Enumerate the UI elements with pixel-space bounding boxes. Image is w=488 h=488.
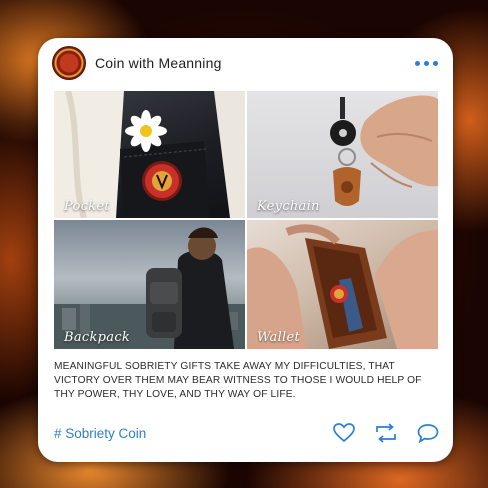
post-actions [333, 423, 439, 443]
post-caption: MEANINGFUL SOBRIETY GIFTS TAKE AWAY MY D… [54, 361, 422, 400]
dot [424, 60, 429, 66]
photo-pocket[interactable]: Pocket [54, 91, 245, 218]
photo-backpack[interactable]: Backpack [54, 220, 245, 349]
photo-label-pocket: Pocket [64, 199, 110, 214]
photo-keychain[interactable]: Keychain [247, 91, 438, 218]
comment-icon[interactable] [417, 423, 439, 443]
post-header: Coin with Meanning [52, 45, 439, 81]
more-dots-icon[interactable] [415, 60, 438, 66]
post-footer: # Sobriety Coin [54, 422, 439, 444]
repost-icon[interactable] [375, 423, 397, 443]
photo-label-keychain: Keychain [257, 199, 320, 214]
dot [433, 60, 438, 66]
photo-wallet[interactable]: Wallet [247, 220, 438, 349]
account-name[interactable]: Coin with Meanning [95, 55, 222, 71]
heart-icon[interactable] [333, 423, 355, 443]
hashtag-link[interactable]: # Sobriety Coin [54, 426, 146, 441]
photo-label-wallet: Wallet [257, 330, 301, 345]
photo-label-backpack: Backpack [64, 330, 131, 345]
post-card: Coin with Meanning Pocket Keychain Backp… [38, 38, 453, 462]
photo-grid: Pocket Keychain Backpack Wallet [54, 91, 438, 349]
dot [415, 60, 420, 66]
avatar[interactable] [52, 46, 86, 80]
